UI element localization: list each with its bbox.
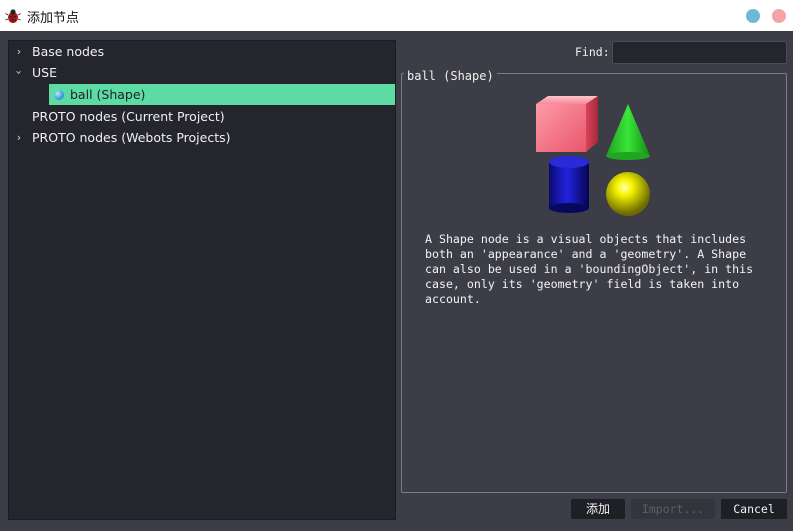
sphere-shape [606, 172, 650, 216]
close-button[interactable] [772, 9, 786, 23]
shape-preview-image [536, 96, 650, 216]
import-button[interactable]: Import... [631, 499, 715, 519]
tree-item-proto-current-project[interactable]: PROTO nodes (Current Project) [9, 106, 395, 127]
tree-item-proto-webots-projects[interactable]: › PROTO nodes (Webots Projects) [9, 127, 395, 148]
cone-shape [606, 104, 650, 156]
tree-item-base-nodes[interactable]: › Base nodes [9, 41, 395, 62]
chevron-right-icon[interactable]: › [14, 41, 24, 62]
shape-icon [54, 90, 64, 100]
cube-shape [536, 104, 586, 152]
minimize-button[interactable] [746, 9, 760, 23]
tree-item-label: USE [32, 65, 57, 80]
window-title: 添加节点 [27, 11, 80, 26]
chevron-right-icon[interactable]: › [14, 127, 24, 148]
tree-item-label: ball (Shape) [70, 87, 146, 102]
find-input[interactable] [612, 41, 787, 64]
cylinder-shape [549, 162, 589, 208]
find-label: Find: [575, 45, 610, 59]
webots-bug-icon [5, 9, 21, 23]
node-tree[interactable]: › Base nodes › USE ball (Shape) PROTO no… [8, 40, 396, 520]
tree-item-label: Base nodes [32, 44, 105, 59]
add-button[interactable]: 添加 [571, 499, 625, 519]
cancel-button[interactable]: Cancel [721, 499, 787, 519]
title-bar: 添加节点 [0, 0, 793, 31]
tree-item-label: PROTO nodes (Webots Projects) [32, 130, 231, 145]
tree-item-ball-shape[interactable]: ball (Shape) [49, 84, 395, 105]
chevron-down-icon[interactable]: › [9, 68, 30, 78]
node-info-title: ball (Shape) [404, 69, 497, 83]
tree-item-label: PROTO nodes (Current Project) [32, 109, 225, 124]
tree-item-use[interactable]: › USE [9, 62, 395, 83]
node-description: A Shape node is a visual objects that in… [425, 232, 754, 306]
